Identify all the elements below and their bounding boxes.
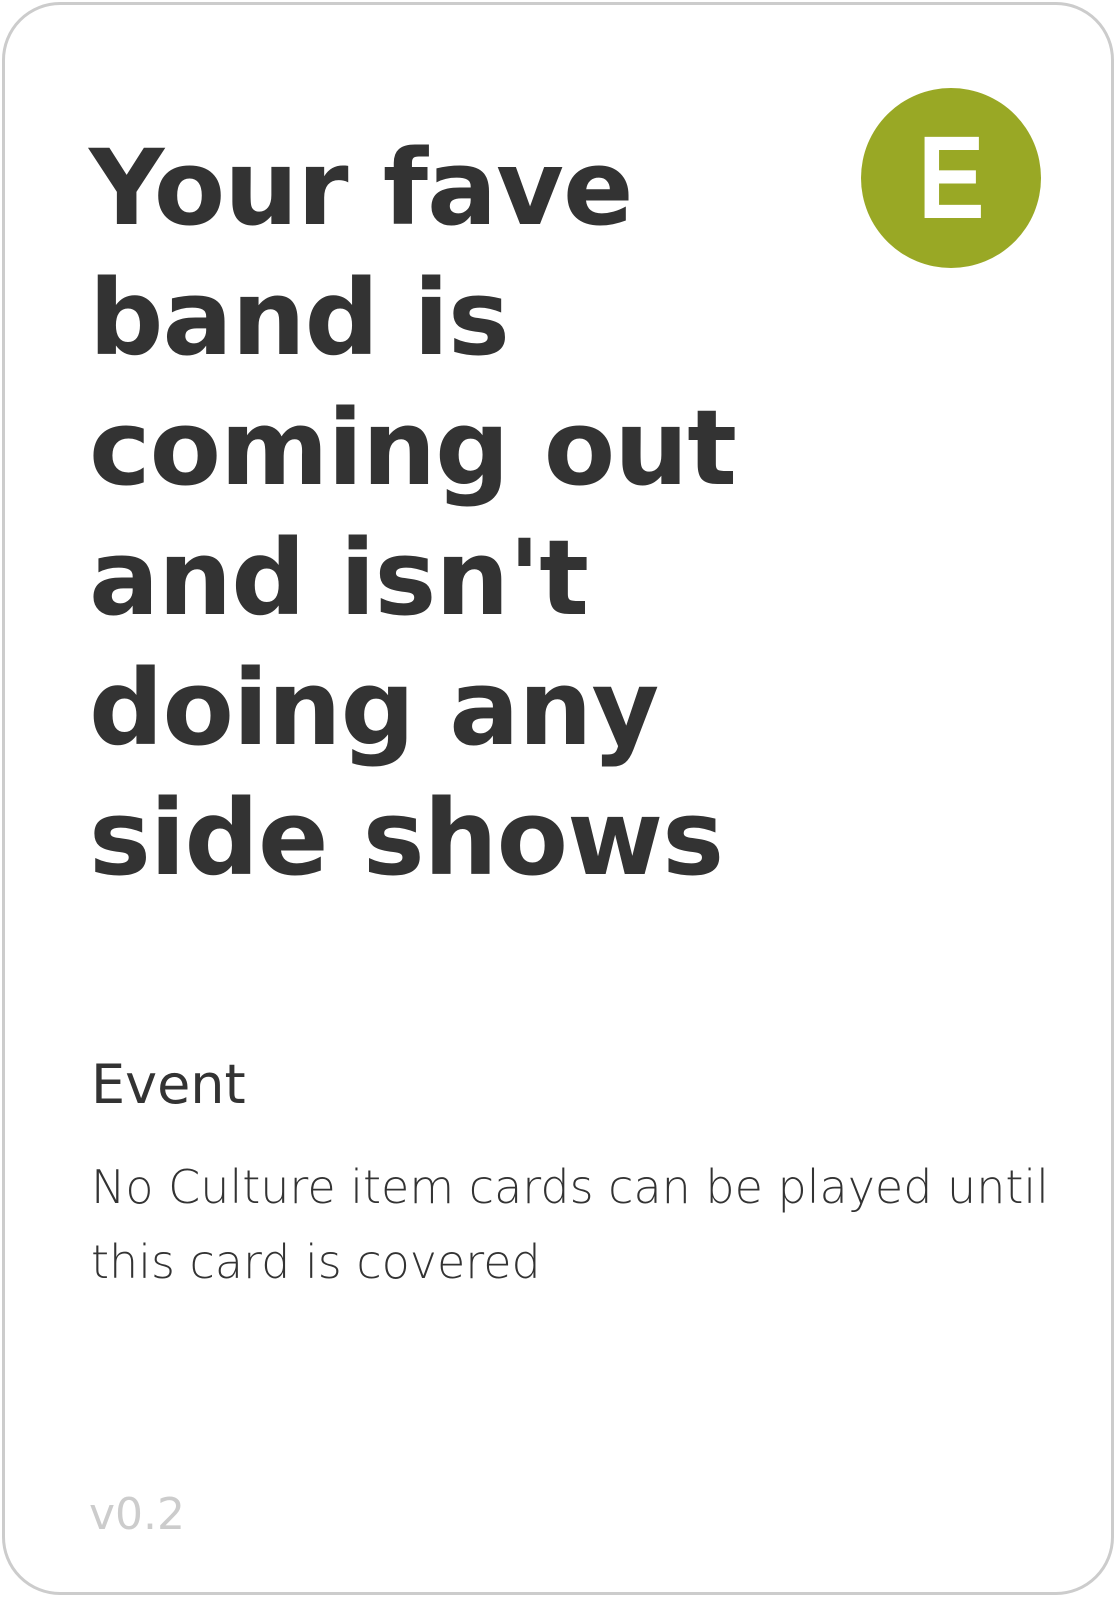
card-type: Event (91, 1053, 246, 1116)
badge-letter: E (917, 112, 985, 244)
card: Your fave band is coming out and isn't d… (2, 2, 1114, 1595)
card-title: Your fave band is coming out and isn't d… (89, 127, 737, 899)
card-description: No Culture item cards can be played unti… (91, 1160, 1049, 1289)
card-version: v0.2 (89, 1489, 186, 1540)
event-badge-icon: E (861, 88, 1041, 268)
